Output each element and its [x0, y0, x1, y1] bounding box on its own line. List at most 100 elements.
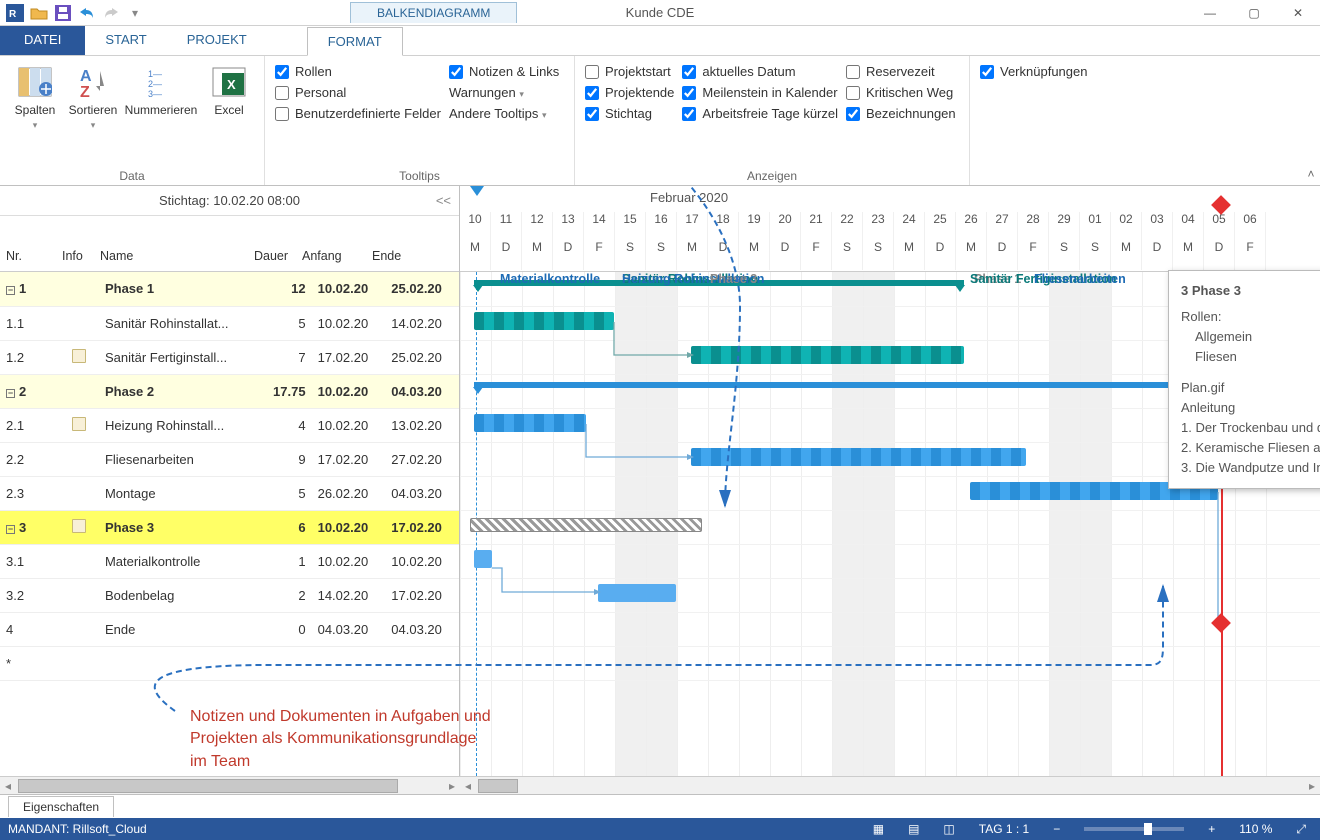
- svg-text:Z: Z: [80, 84, 90, 97]
- col-nr[interactable]: Nr.: [0, 249, 56, 271]
- rewind-button[interactable]: <<: [436, 193, 451, 208]
- table-row[interactable]: 1.1Sanitär Rohinstallat...510.02.2014.02…: [0, 306, 459, 340]
- label-material: Materialkontrolle: [500, 272, 600, 286]
- sort-icon: AZ: [75, 64, 111, 100]
- view-btn-3[interactable]: ◫: [937, 822, 960, 836]
- minimize-button[interactable]: —: [1188, 1, 1232, 25]
- label-fliesen: Fliesenarbeiten: [1034, 272, 1126, 286]
- table-row[interactable]: 4Ende004.03.2004.03.20: [0, 612, 459, 646]
- tab-start[interactable]: START: [85, 26, 166, 55]
- chk-bezeichnungen[interactable]: Bezeichnungen: [846, 106, 956, 121]
- chk-personal[interactable]: Personal: [275, 85, 441, 100]
- expander-icon[interactable]: −: [6, 525, 15, 534]
- table-row[interactable]: 3.1Materialkontrolle110.02.2010.02.20: [0, 544, 459, 578]
- svg-text:X: X: [227, 77, 236, 92]
- table-row[interactable]: *: [0, 646, 459, 680]
- chk-benutzerdef[interactable]: Benutzerdefinierte Felder: [275, 106, 441, 121]
- tab-eigenschaften[interactable]: Eigenschaften: [8, 796, 114, 817]
- dropdown-icon: ▾: [91, 121, 96, 131]
- zoom-out-button[interactable]: −: [1047, 822, 1066, 836]
- note-icon: [72, 519, 86, 533]
- annotation-text: Notizen und Dokumenten in Aufgaben und P…: [190, 706, 491, 773]
- tab-datei[interactable]: DATEI: [0, 26, 85, 55]
- zoom-slider[interactable]: [1084, 827, 1184, 831]
- open-icon[interactable]: [30, 4, 48, 22]
- tooltip-rollen-header: Rollen:: [1181, 307, 1320, 327]
- tooltip-step: 3. Die Wandputze und Installation der Sa…: [1181, 458, 1320, 478]
- task-table[interactable]: −1Phase 11210.02.2025.02.201.1Sanitär Ro…: [0, 272, 459, 681]
- svg-text:R: R: [9, 9, 17, 20]
- chk-rollen[interactable]: Rollen: [275, 64, 441, 79]
- svg-text:2—: 2—: [148, 79, 162, 89]
- zoom-in-button[interactable]: +: [1202, 822, 1221, 836]
- chk-arbeitsfreie[interactable]: Arbeitsfreie Tage kürzel: [682, 106, 838, 121]
- chk-notizen[interactable]: Notizen & Links: [449, 64, 559, 79]
- label-phase3: Phase 3: [710, 272, 757, 286]
- col-dauer[interactable]: Dauer: [248, 249, 296, 271]
- table-row[interactable]: −1Phase 11210.02.2025.02.20: [0, 272, 459, 306]
- status-mandant: MANDANT: Rillsoft_Cloud: [8, 822, 147, 836]
- chk-projektstart[interactable]: Projektstart: [585, 64, 674, 79]
- qat-dropdown-icon[interactable]: ▾: [126, 4, 144, 22]
- group-label-tooltips: Tooltips: [275, 167, 564, 183]
- hscroll-right[interactable]: ◂ ▸: [460, 776, 1320, 794]
- chk-stichtag[interactable]: Stichtag: [585, 106, 674, 121]
- tab-projekt[interactable]: PROJEKT: [167, 26, 267, 55]
- hscroll-left[interactable]: ◂ ▸: [0, 776, 460, 794]
- spalten-button[interactable]: Spalten▾: [10, 60, 60, 131]
- view-btn-1[interactable]: ▦: [867, 822, 890, 836]
- tooltip-rolle: Fliesen: [1181, 347, 1320, 367]
- table-row[interactable]: 2.1Heizung Rohinstall...410.02.2013.02.2…: [0, 408, 459, 442]
- expander-icon[interactable]: −: [6, 389, 15, 398]
- zoom-value[interactable]: 110 %: [1233, 822, 1278, 836]
- close-button[interactable]: ✕: [1276, 1, 1320, 25]
- table-row[interactable]: 2.2Fliesenarbeiten917.02.2027.02.20: [0, 442, 459, 476]
- gantt-pane[interactable]: Februar 2020 101112131415161718192021222…: [460, 186, 1320, 776]
- status-tag[interactable]: TAG 1 : 1: [973, 822, 1035, 836]
- btn-andere-tooltips[interactable]: Andere Tooltips ▾: [449, 106, 559, 121]
- col-info[interactable]: Info: [56, 249, 94, 271]
- dropdown-icon: ▾: [33, 121, 38, 131]
- btn-warnungen[interactable]: Warnungen ▾: [449, 85, 559, 100]
- col-ende[interactable]: Ende: [366, 249, 436, 271]
- tooltip-step: 2. Keramische Fliesen an Wand und Boden: [1181, 438, 1320, 458]
- quick-access-toolbar: R ▾: [0, 2, 150, 24]
- col-name[interactable]: Name: [94, 249, 248, 271]
- chk-verknuepf[interactable]: Verknüpfungen: [980, 64, 1087, 79]
- redo-icon[interactable]: [102, 4, 120, 22]
- chk-meilenstein[interactable]: Meilenstein in Kalender: [682, 85, 838, 100]
- context-tab-balkendiagramm[interactable]: BALKENDIAGRAMM: [350, 2, 517, 23]
- view-btn-2[interactable]: ▤: [902, 822, 925, 836]
- nummerieren-button[interactable]: 1—2—3— Nummerieren: [126, 60, 196, 117]
- chk-kritisch[interactable]: Kritischen Weg: [846, 85, 956, 100]
- columns-icon: [17, 64, 53, 100]
- table-row[interactable]: 1.2Sanitär Fertiginstall...717.02.2025.0…: [0, 340, 459, 374]
- tooltip-step: 1. Der Trockenbau und die Rohrinstallati…: [1181, 418, 1320, 438]
- day-of-week-row: MDMDFSSMDMDFSSMDMDFSSMDMDF: [460, 240, 1320, 270]
- table-row[interactable]: −2Phase 217.7510.02.2004.03.20: [0, 374, 459, 408]
- collapse-ribbon-icon[interactable]: ˄: [1302, 56, 1320, 185]
- chk-projektende[interactable]: Projektende: [585, 85, 674, 100]
- maximize-button[interactable]: ▢: [1232, 1, 1276, 25]
- save-icon[interactable]: [54, 4, 72, 22]
- table-row[interactable]: −3Phase 3610.02.2017.02.20: [0, 510, 459, 544]
- note-icon: [72, 349, 86, 363]
- month-label: Februar 2020: [650, 190, 728, 205]
- excel-button[interactable]: X Excel: [204, 60, 254, 117]
- table-row[interactable]: 3.2Bodenbelag214.02.2017.02.20: [0, 578, 459, 612]
- chk-reserve[interactable]: Reservezeit: [846, 64, 956, 79]
- col-anfang[interactable]: Anfang: [296, 249, 366, 271]
- tooltip-file: Plan.gif: [1181, 378, 1320, 398]
- task-column-headers: Nr. Info Name Dauer Anfang Ende: [0, 216, 459, 272]
- tab-format[interactable]: FORMAT: [307, 27, 403, 56]
- chk-aktuelles[interactable]: aktuelles Datum: [682, 64, 838, 79]
- app-icon[interactable]: R: [6, 4, 24, 22]
- tooltip-anleitung-header: Anleitung: [1181, 398, 1320, 418]
- group-label-data: Data: [10, 167, 254, 183]
- fullscreen-icon[interactable]: ⤢: [1290, 822, 1312, 837]
- table-row[interactable]: 2.3Montage526.02.2004.03.20: [0, 476, 459, 510]
- sortieren-button[interactable]: AZ Sortieren▾: [68, 60, 118, 131]
- excel-icon: X: [211, 64, 247, 100]
- undo-icon[interactable]: [78, 4, 96, 22]
- expander-icon[interactable]: −: [6, 286, 15, 295]
